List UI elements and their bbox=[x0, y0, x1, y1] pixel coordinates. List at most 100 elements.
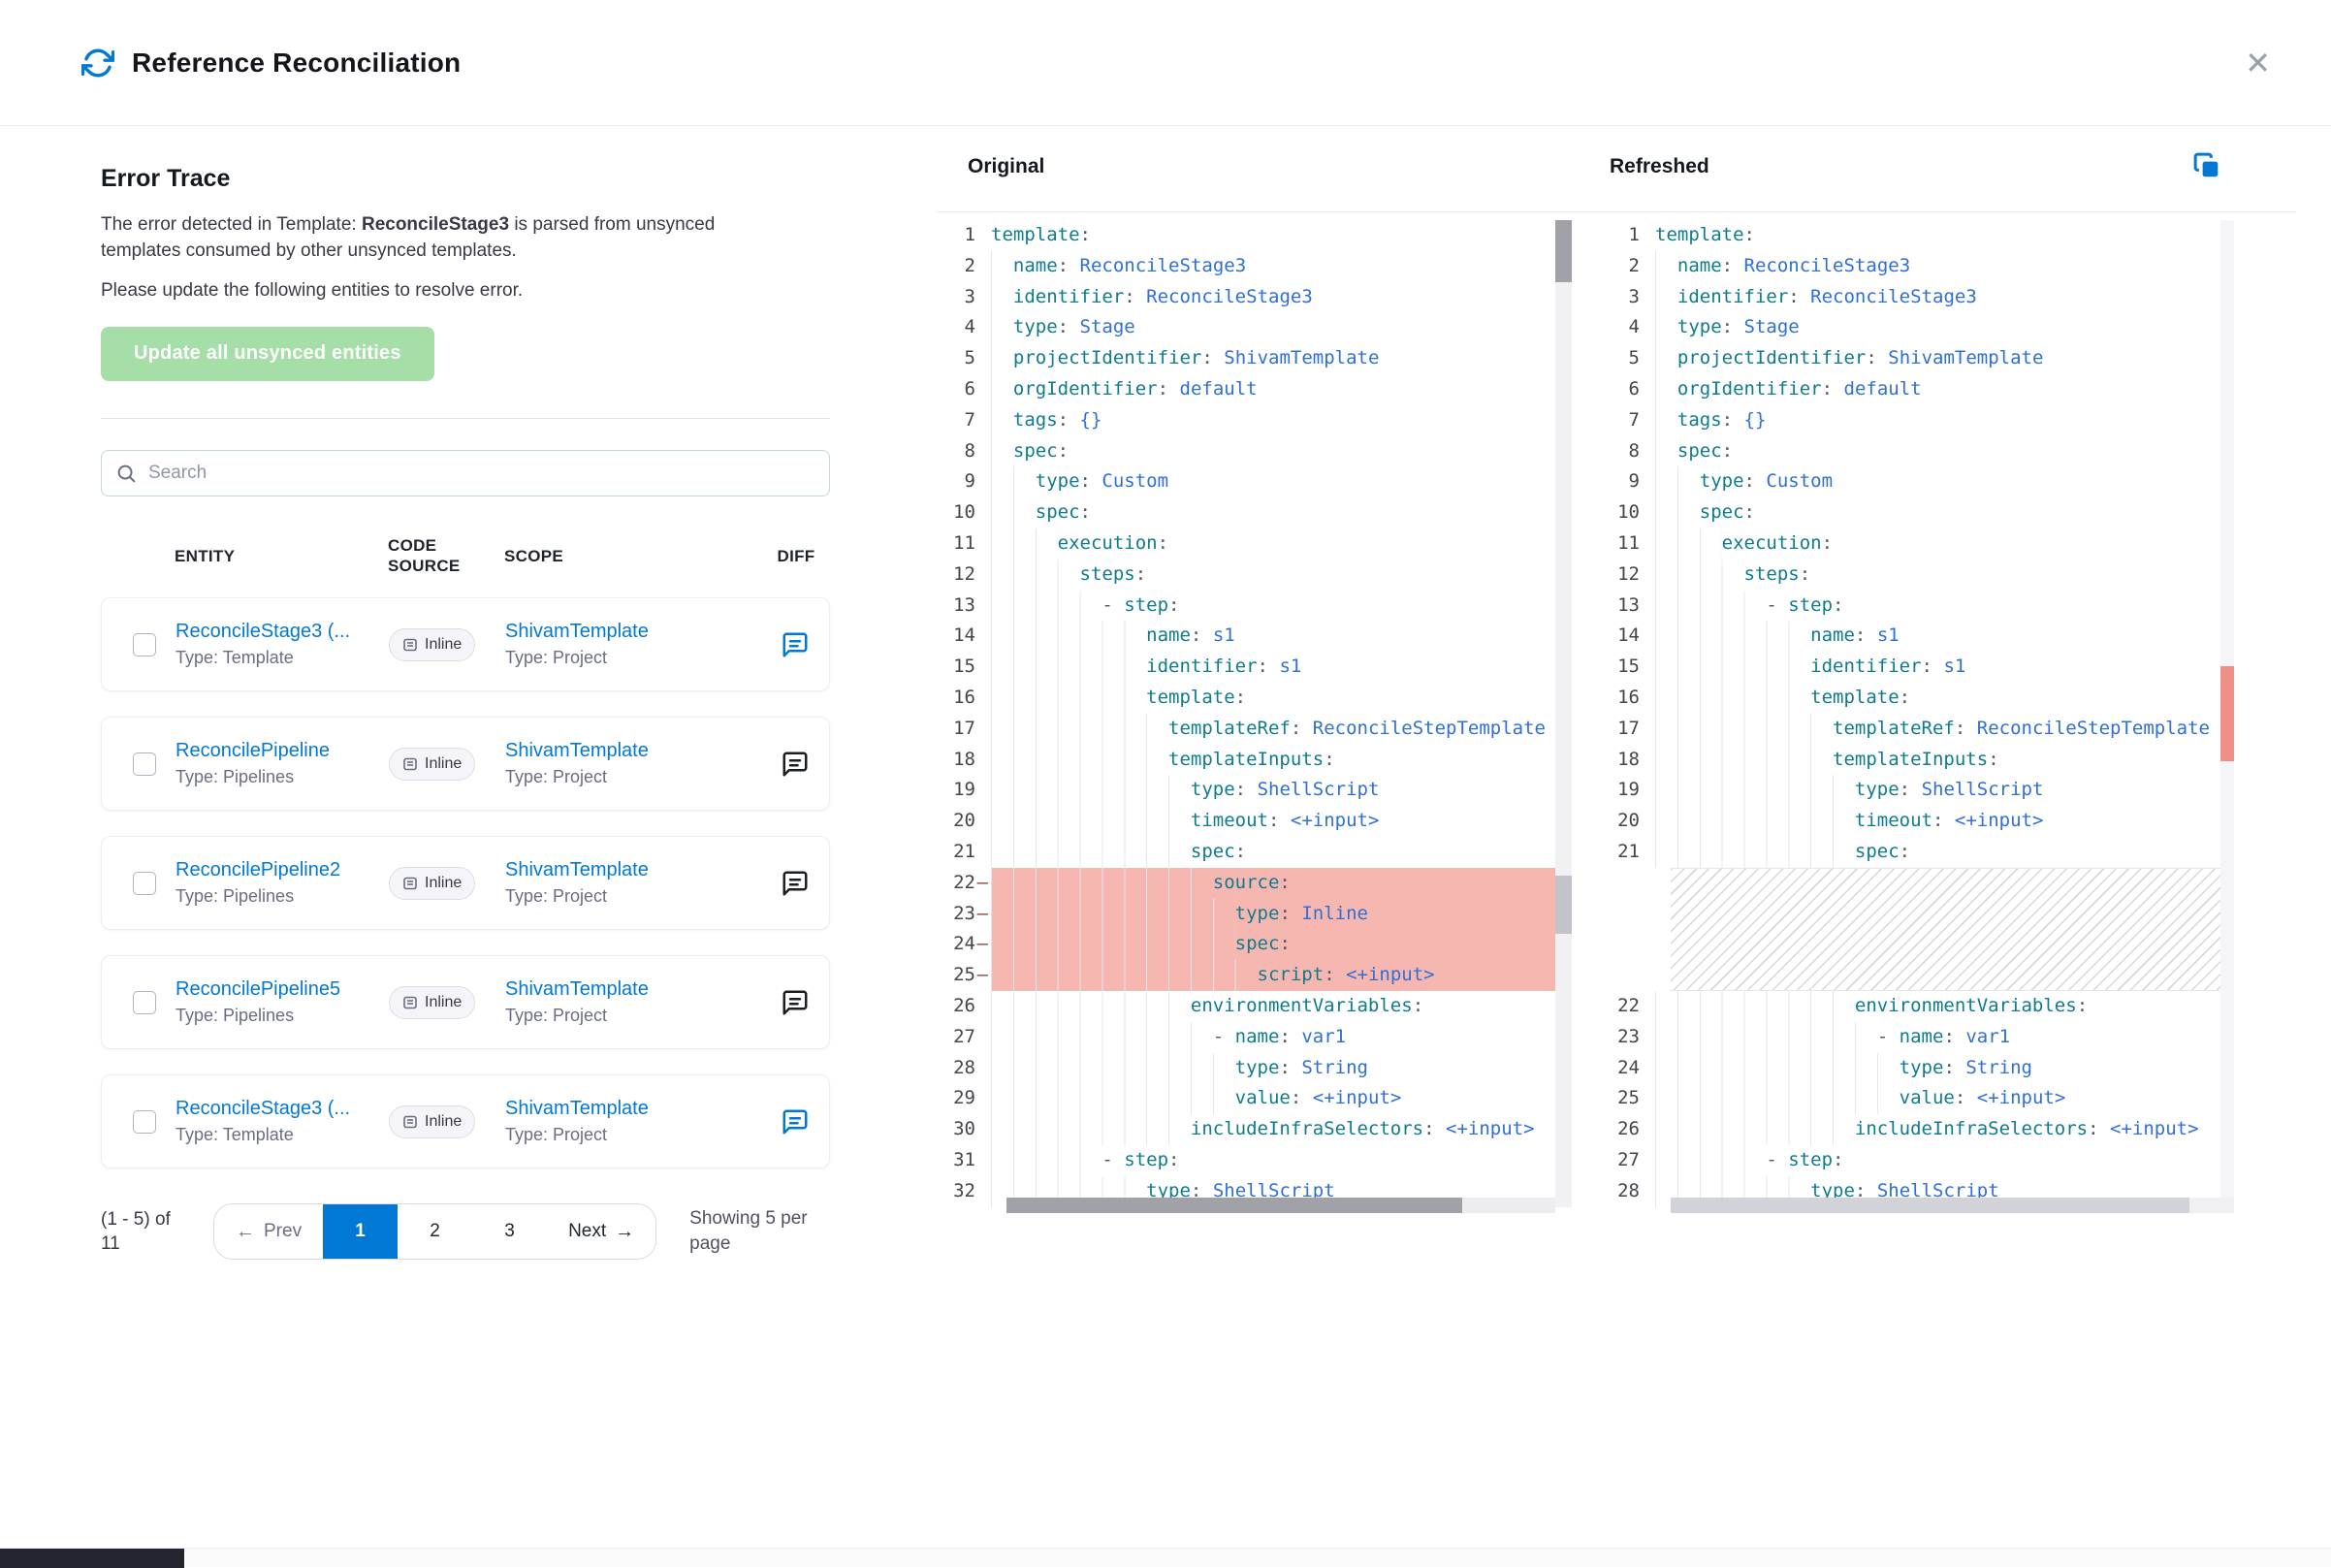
refreshed-code-pane: 1template:2 name: ReconcileStage33 ident… bbox=[1601, 212, 2234, 1567]
search-input[interactable] bbox=[146, 462, 815, 485]
page-button-2[interactable]: 2 bbox=[398, 1204, 472, 1259]
search-icon bbox=[115, 463, 137, 484]
code-text: spec: bbox=[1655, 436, 2234, 467]
page-button-1[interactable]: 1 bbox=[323, 1204, 398, 1259]
diff-note-icon[interactable] bbox=[781, 750, 810, 779]
code-text: type: Custom bbox=[1655, 466, 2234, 497]
code-line: 5 projectIdentifier: ShivamTemplate bbox=[1601, 343, 2234, 374]
scrollbar-thumb[interactable] bbox=[1006, 1198, 1462, 1213]
modal-header: Reference Reconciliation ✕ bbox=[0, 0, 2331, 126]
entity-link[interactable]: ReconcileStage3 (... bbox=[176, 1098, 389, 1120]
code-text: type: String bbox=[991, 1053, 1572, 1084]
code-line: 26 includeInfraSelectors: <+input> bbox=[1601, 1114, 2234, 1145]
code-text: template: bbox=[991, 683, 1572, 714]
entity-link[interactable]: ReconcilePipeline5 bbox=[176, 978, 389, 1001]
code-text: spec: bbox=[1655, 837, 2234, 868]
line-number: 28 bbox=[1601, 1176, 1655, 1207]
line-number: 4 bbox=[937, 312, 991, 343]
diff-note-icon[interactable] bbox=[781, 630, 810, 659]
original-code: 1template:2 name: ReconcileStage33 ident… bbox=[937, 212, 1572, 1207]
line-number: 25– bbox=[937, 960, 991, 991]
code-text: - step: bbox=[1655, 1145, 2234, 1176]
original-vertical-scrollbar[interactable] bbox=[1555, 220, 1572, 1207]
diff-change-marker bbox=[2220, 666, 2234, 761]
refreshed-horizontal-scrollbar[interactable] bbox=[1671, 1198, 2234, 1213]
diff-note-icon[interactable] bbox=[781, 869, 810, 898]
code-text: steps: bbox=[991, 560, 1572, 591]
error-description: The error detected in Template: Reconcil… bbox=[101, 212, 780, 265]
code-source-label: Inline bbox=[425, 755, 462, 773]
code-source-label: Inline bbox=[425, 1113, 462, 1131]
scope-link[interactable]: ShivamTemplate bbox=[505, 859, 761, 881]
row-checkbox[interactable] bbox=[133, 1110, 156, 1134]
code-line: 15 identifier: s1 bbox=[937, 652, 1572, 683]
line-number: 23– bbox=[937, 899, 991, 930]
update-all-unsynced-button[interactable]: Update all unsynced entities bbox=[101, 327, 434, 381]
diff-note-icon[interactable] bbox=[781, 988, 810, 1017]
page-button-3[interactable]: 3 bbox=[472, 1204, 547, 1259]
line-number: 7 bbox=[937, 405, 991, 436]
line-number: 7 bbox=[1601, 405, 1655, 436]
entity-link[interactable]: ReconcilePipeline bbox=[176, 740, 389, 762]
code-text: timeout: <+input> bbox=[1655, 806, 2234, 837]
pagination-controls: ←Prev 123 Next→ bbox=[213, 1203, 656, 1260]
row-checkbox[interactable] bbox=[133, 872, 156, 895]
inline-source-icon bbox=[402, 756, 418, 772]
diff-note-icon[interactable] bbox=[781, 1107, 810, 1136]
yaml-diff-region: Original Refreshed 1template:2 name: Rec… bbox=[937, 126, 2296, 1567]
line-number: 20 bbox=[937, 806, 991, 837]
entity-link[interactable]: ReconcilePipeline2 bbox=[176, 859, 389, 881]
code-text: type: ShellScript bbox=[991, 775, 1572, 806]
code-text: - step: bbox=[991, 591, 1572, 622]
scope-link[interactable]: ShivamTemplate bbox=[505, 978, 761, 1001]
scrollbar-thumb[interactable] bbox=[1555, 220, 1572, 282]
line-number: 15 bbox=[937, 652, 991, 683]
code-text: name: ReconcileStage3 bbox=[991, 251, 1572, 282]
scope-type-label: Type: Project bbox=[505, 1125, 761, 1145]
column-header-code-source: CODE SOURCE bbox=[388, 535, 504, 577]
scrollbar-thumb[interactable] bbox=[1671, 1198, 2189, 1213]
code-text: name: s1 bbox=[1655, 621, 2234, 652]
entity-table-header: ENTITY CODE SOURCE SCOPE DIFF bbox=[101, 535, 830, 577]
code-text: - step: bbox=[1655, 591, 2234, 622]
code-source-badge: Inline bbox=[389, 986, 475, 1019]
scope-type-label: Type: Project bbox=[505, 1006, 761, 1026]
code-line: 15 identifier: s1 bbox=[1601, 652, 2234, 683]
scope-type-label: Type: Project bbox=[505, 886, 761, 907]
entity-type-label: Type: Template bbox=[176, 648, 389, 668]
arrow-left-icon: ← bbox=[236, 1221, 255, 1243]
line-number: 6 bbox=[937, 374, 991, 405]
code-line: 7 tags: {} bbox=[937, 405, 1572, 436]
code-line: 14 name: s1 bbox=[937, 621, 1572, 652]
code-text: script: <+input> bbox=[991, 960, 1572, 991]
code-line: 28 type: String bbox=[937, 1053, 1572, 1084]
scope-type-label: Type: Project bbox=[505, 767, 761, 787]
code-line-removed: 23– type: Inline bbox=[937, 899, 1572, 930]
table-row: ReconcileStage3 (...Type: TemplateInline… bbox=[101, 597, 830, 691]
refreshed-vertical-scrollbar[interactable] bbox=[2220, 220, 2234, 1207]
scope-link[interactable]: ShivamTemplate bbox=[505, 1098, 761, 1120]
code-text: - name: var1 bbox=[1655, 1022, 2234, 1053]
code-text: includeInfraSelectors: <+input> bbox=[1655, 1114, 2234, 1145]
line-number: 23 bbox=[1601, 1022, 1655, 1053]
inline-source-icon bbox=[402, 637, 418, 653]
error-trace-heading: Error Trace bbox=[101, 165, 830, 193]
code-line-removed: 25– script: <+input> bbox=[937, 960, 1572, 991]
arrow-right-icon: → bbox=[615, 1221, 634, 1243]
copy-icon[interactable] bbox=[2192, 151, 2221, 183]
entity-link[interactable]: ReconcileStage3 (... bbox=[176, 621, 389, 643]
code-text: timeout: <+input> bbox=[991, 806, 1572, 837]
row-checkbox[interactable] bbox=[133, 991, 156, 1014]
code-line: 10 spec: bbox=[1601, 497, 2234, 528]
code-text: tags: {} bbox=[991, 405, 1572, 436]
line-number: 10 bbox=[937, 497, 991, 528]
next-page-button[interactable]: Next→ bbox=[547, 1204, 655, 1259]
line-number: 20 bbox=[1601, 806, 1655, 837]
scope-link[interactable]: ShivamTemplate bbox=[505, 621, 761, 643]
close-icon[interactable]: ✕ bbox=[2239, 42, 2277, 84]
original-horizontal-scrollbar[interactable] bbox=[1006, 1198, 1555, 1213]
prev-page-button[interactable]: ←Prev bbox=[214, 1204, 323, 1259]
row-checkbox[interactable] bbox=[133, 752, 156, 776]
row-checkbox[interactable] bbox=[133, 633, 156, 656]
scope-link[interactable]: ShivamTemplate bbox=[505, 740, 761, 762]
